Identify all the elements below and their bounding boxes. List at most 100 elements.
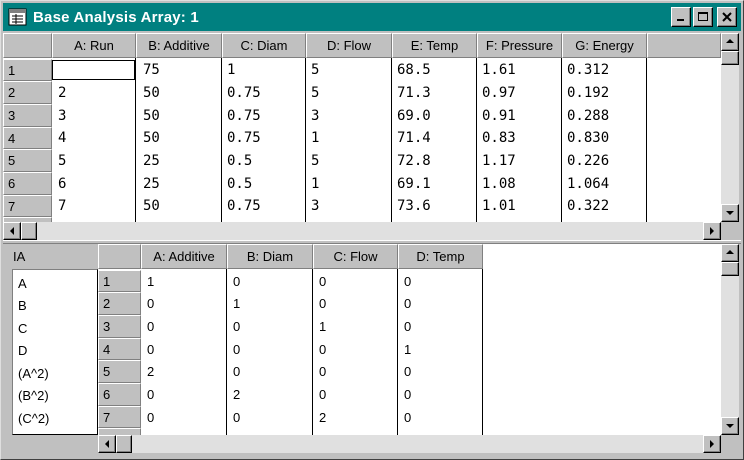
list-item[interactable]: (C^2) [18,411,49,426]
column-header[interactable]: B: Additive [136,33,222,58]
grid-cell[interactable]: 0 [141,292,226,315]
grid-cell[interactable]: 0.288 [561,104,646,127]
grid-cell[interactable]: 0 [398,360,482,383]
scroll-down-button[interactable] [721,417,739,435]
list-item[interactable]: (B^2) [18,388,49,403]
grid-cell[interactable]: 72.8 [391,149,476,172]
grid-cell[interactable]: 3 [305,104,391,127]
column-header[interactable]: C: Flow [313,244,398,269]
grid-cell[interactable]: 2 [313,406,397,428]
list-item[interactable]: A [18,276,27,291]
minimize-button[interactable] [671,7,691,27]
row-header[interactable]: 6 [3,172,52,195]
grid-cell[interactable]: 0.312 [561,59,646,81]
grid-cell[interactable]: 0 [398,270,482,292]
grid-cell[interactable]: 0 [141,338,226,360]
row-header[interactable]: 1 [3,59,52,81]
scroll-up-button[interactable] [721,33,739,51]
grid-cell[interactable]: 25 [137,149,221,172]
scroll-thumb[interactable] [721,262,739,276]
grid-cell[interactable]: 5 [305,149,391,172]
grid-cell[interactable]: 0 [398,315,482,338]
row-header[interactable]: 6 [98,383,141,406]
grid-cell[interactable]: 68.5 [391,59,476,81]
grid-cell[interactable]: 0.5 [221,149,305,172]
ia-list[interactable]: A B C D (A^2) (B^2) (C^2) [12,269,98,435]
row-header[interactable]: 2 [3,81,52,104]
top-vertical-scrollbar[interactable] [721,33,739,222]
active-cell[interactable] [52,60,135,80]
column-header[interactable]: G: Energy [562,33,647,58]
grid-cell[interactable]: 0 [313,338,397,360]
grid-cell[interactable]: 7 [52,195,135,217]
list-item[interactable]: (A^2) [18,366,49,381]
grid-cell[interactable]: 0.226 [561,149,646,172]
grid-cell[interactable]: 0.91 [476,104,561,127]
scroll-thumb[interactable] [21,222,37,240]
column-header[interactable]: C: Diam [222,33,306,58]
grid-cell[interactable]: 0 [313,270,397,292]
list-item[interactable]: D [18,343,27,358]
row-header[interactable]: 3 [3,104,52,127]
row-header[interactable]: 7 [3,195,52,217]
grid-cell[interactable]: 0 [227,270,312,292]
grid-cell[interactable]: 0 [141,406,226,428]
grid-cell[interactable]: 0 [398,292,482,315]
row-header[interactable]: 5 [3,149,52,172]
close-button[interactable] [717,7,737,27]
grid-cell[interactable]: 1.61 [476,59,561,81]
grid-cell[interactable]: 25 [137,172,221,195]
grid-cell[interactable]: 0 [227,406,312,428]
row-header[interactable]: 4 [98,338,141,360]
maximize-button[interactable] [693,7,713,27]
column-header[interactable]: E: Temp [392,33,477,58]
grid-cell[interactable]: 0 [227,315,312,338]
grid-cell[interactable]: 2 [52,81,135,104]
bottom-horizontal-scrollbar[interactable] [98,435,721,453]
grid-cell[interactable]: 0.75 [221,81,305,104]
row-header[interactable]: 3 [98,315,141,338]
grid-cell[interactable]: 0 [313,292,397,315]
grid-cell[interactable]: 0.83 [476,127,561,149]
scroll-right-button[interactable] [703,435,721,453]
grid-cell[interactable]: 0 [141,383,226,406]
column-header[interactable]: D: Temp [398,244,483,269]
grid-cell[interactable]: 1 [398,338,482,360]
grid-cell[interactable]: 3 [305,195,391,217]
grid-cell[interactable]: 1 [227,292,312,315]
column-header[interactable]: D: Flow [306,33,392,58]
grid-cell[interactable]: 5 [52,149,135,172]
row-header[interactable]: 4 [3,127,52,149]
scroll-down-button[interactable] [721,204,739,222]
scroll-thumb[interactable] [721,51,739,65]
row-header[interactable]: 2 [98,292,141,315]
list-item[interactable]: C [18,321,27,336]
grid-cell[interactable]: 75 [137,59,221,81]
grid-cell[interactable]: 1 [305,127,391,149]
grid-cell[interactable]: 50 [137,127,221,149]
grid-cell[interactable]: 69.1 [391,172,476,195]
grid-cell[interactable]: 1 [141,270,226,292]
grid-cell[interactable]: 50 [137,104,221,127]
grid-cell[interactable]: 0.75 [221,127,305,149]
grid-cell[interactable]: 71.3 [391,81,476,104]
grid-cell[interactable]: 0.192 [561,81,646,104]
grid-cell[interactable]: 1.01 [476,195,561,217]
grid-cell[interactable]: 50 [137,81,221,104]
grid-cell[interactable]: 50 [137,195,221,217]
grid-cell[interactable]: 0 [313,383,397,406]
grid-cell[interactable]: 0.322 [561,195,646,217]
grid-cell[interactable]: 0.97 [476,81,561,104]
grid-cell[interactable]: 1.08 [476,172,561,195]
column-header[interactable]: B: Diam [227,244,313,269]
grid-cell[interactable]: 5 [305,81,391,104]
top-horizontal-scrollbar[interactable] [3,222,721,240]
grid-cell[interactable]: 71.4 [391,127,476,149]
grid-cell[interactable]: 0 [141,315,226,338]
grid-cell[interactable]: 0 [227,338,312,360]
grid-cell[interactable]: 1 [313,315,397,338]
scroll-thumb[interactable] [116,435,132,453]
row-header[interactable]: 5 [98,360,141,383]
list-item[interactable]: B [18,298,27,313]
grid-cell[interactable]: 0.5 [221,172,305,195]
